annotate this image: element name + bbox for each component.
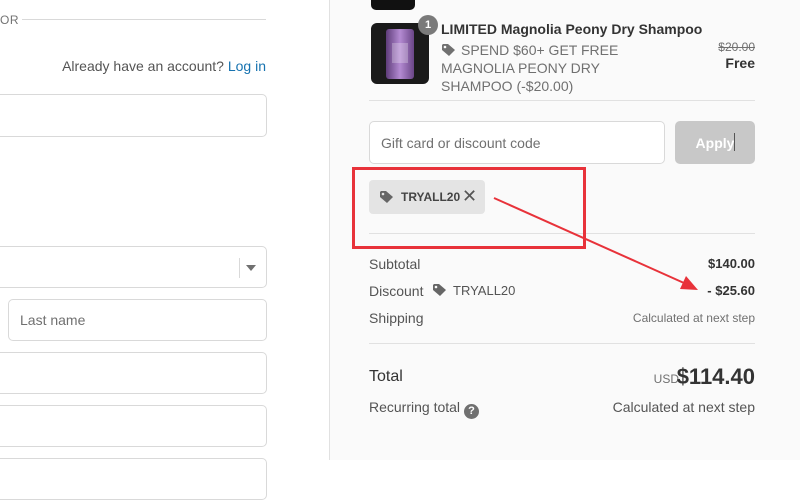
discount-code: TRYALL20 bbox=[432, 283, 515, 298]
city-input[interactable] bbox=[0, 459, 266, 499]
product-discount-text: SPEND $60+ GET FREE MAGNOLIA PEONY DRY S… bbox=[441, 42, 619, 94]
tag-icon bbox=[442, 44, 455, 56]
checkout-form-pane: OR Already have an account? Log in bbox=[0, 0, 328, 500]
original-price: $20.00 bbox=[718, 40, 755, 54]
quantity-badge: 1 bbox=[418, 15, 438, 35]
total-value: $114.40 bbox=[676, 364, 755, 389]
recurring-total-label: Recurring total bbox=[369, 399, 461, 415]
subtotal-value: $140.00 bbox=[708, 256, 755, 271]
have-account-text: Already have an account? bbox=[62, 58, 224, 74]
discount-code-field[interactable] bbox=[369, 121, 665, 164]
help-icon[interactable]: ? bbox=[464, 404, 480, 419]
shipping-value: Calculated at next step bbox=[632, 311, 755, 325]
mouse-cursor bbox=[734, 133, 735, 151]
product-discount: SPEND $60+ GET FREE MAGNOLIA PEONY DRY S… bbox=[441, 41, 671, 95]
currency-code: USD bbox=[653, 372, 679, 386]
shipping-label: Shipping bbox=[369, 310, 424, 326]
annotation-highlight-box bbox=[352, 167, 586, 249]
product-price: Free bbox=[725, 55, 755, 71]
address-field[interactable] bbox=[0, 352, 267, 394]
subtotal-label: Subtotal bbox=[369, 256, 421, 272]
previous-product-thumbnail bbox=[371, 0, 415, 10]
last-name-input[interactable] bbox=[9, 300, 266, 340]
address-input[interactable] bbox=[0, 353, 266, 393]
or-divider-line bbox=[22, 19, 266, 20]
discount-code-input[interactable] bbox=[370, 122, 664, 163]
product-image bbox=[386, 29, 414, 79]
last-name-field[interactable] bbox=[8, 299, 267, 341]
product-name: LIMITED Magnolia Peony Dry Shampoo bbox=[441, 21, 703, 37]
have-account-row: Already have an account? Log in bbox=[62, 58, 266, 74]
contact-field[interactable] bbox=[0, 94, 267, 137]
divider bbox=[369, 343, 755, 344]
discount-label: Discount bbox=[369, 283, 424, 299]
select-divider bbox=[239, 258, 240, 278]
tag-icon bbox=[433, 284, 446, 296]
recurring-total-value: Calculated at next step bbox=[612, 399, 755, 415]
contact-input[interactable] bbox=[0, 95, 266, 136]
apartment-input[interactable] bbox=[0, 406, 266, 446]
apartment-field[interactable] bbox=[0, 405, 267, 447]
divider bbox=[369, 100, 755, 101]
country-select[interactable] bbox=[0, 246, 267, 288]
total-label: Total bbox=[369, 368, 403, 385]
login-link[interactable]: Log in bbox=[228, 58, 266, 74]
city-field[interactable] bbox=[0, 458, 267, 500]
or-divider-text: OR bbox=[0, 13, 19, 27]
chevron-down-icon bbox=[246, 265, 256, 271]
discount-code-text: TRYALL20 bbox=[453, 283, 516, 298]
recurring-total-row: Recurring total? bbox=[369, 399, 480, 419]
discount-value: - $25.60 bbox=[707, 283, 755, 298]
apply-button[interactable]: Apply bbox=[675, 121, 755, 164]
